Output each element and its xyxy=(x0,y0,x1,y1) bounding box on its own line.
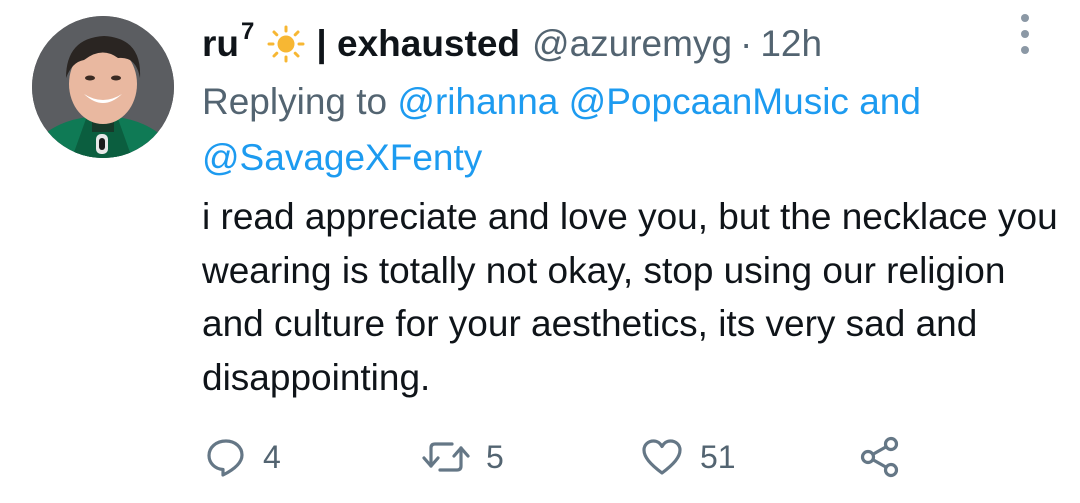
display-name[interactable]: ru xyxy=(202,18,239,70)
reply-button[interactable]: 4 xyxy=(205,432,281,482)
replying-to: Replying to @rihanna @PopcaanMusic and @… xyxy=(202,74,1022,186)
reply-bubble-icon xyxy=(207,439,244,477)
vertical-ellipsis-icon xyxy=(1021,14,1029,22)
sun-emoji-icon xyxy=(267,25,305,63)
tweet-header: ru 7 | exhausted @azuremyg · 12h xyxy=(202,18,822,70)
display-name-superscript: 7 xyxy=(241,18,255,45)
reply-count: 4 xyxy=(263,438,281,475)
ellipsis-dot xyxy=(1021,46,1029,54)
retweet-button[interactable]: 5 xyxy=(420,432,504,482)
mention-rihanna[interactable]: @rihanna xyxy=(397,81,558,122)
share-icon xyxy=(860,436,899,478)
more-options-button[interactable] xyxy=(1015,14,1035,58)
user-handle[interactable]: @azuremyg xyxy=(532,18,732,70)
reply-prefix: Replying to xyxy=(202,81,388,122)
like-button[interactable]: 51 xyxy=(640,432,736,482)
retweet-icon xyxy=(422,442,470,472)
tweet-text: i read appreciate and love you, but the … xyxy=(202,196,1058,398)
mention-popcaanmusic[interactable]: @PopcaanMusic xyxy=(569,81,849,122)
separator: · xyxy=(740,23,753,64)
avatar[interactable] xyxy=(32,16,174,158)
mention-savagexfenty[interactable]: @SavageXFenty xyxy=(202,137,482,178)
tweet-actions: 4 5 51 xyxy=(0,432,1080,482)
profile-photo xyxy=(32,16,174,158)
timestamp[interactable]: 12h xyxy=(760,18,822,70)
mention-joiner: and xyxy=(859,81,921,122)
like-count: 51 xyxy=(700,438,736,475)
display-name-suffix: | exhausted xyxy=(316,23,521,64)
share-button[interactable] xyxy=(858,432,902,482)
heart-icon xyxy=(642,439,682,475)
retweet-count: 5 xyxy=(486,438,504,475)
ellipsis-dot xyxy=(1021,30,1029,38)
